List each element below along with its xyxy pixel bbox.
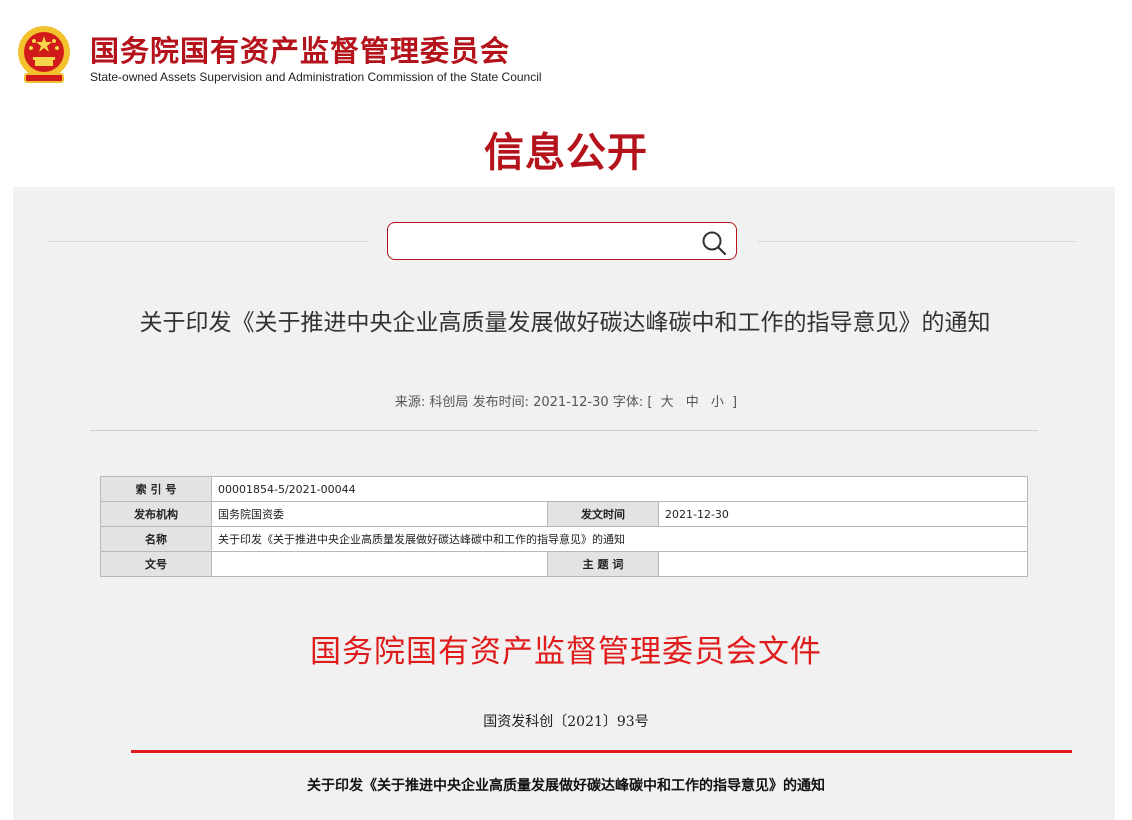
index-value: 00001854-5/2021-00044 [210, 476, 1029, 502]
meta-divider [90, 430, 1038, 431]
site-header: 国务院国有资产监督管理委员会 State-owned Assets Superv… [0, 0, 1132, 100]
docno-label: 文号 [100, 551, 212, 577]
font-size-label: 字体: [612, 395, 644, 410]
search-box [387, 222, 737, 260]
table-row: 发布机构 国务院国资委 发文时间 2021-12-30 [100, 501, 1029, 527]
table-row: 文号 主 题 词 [100, 551, 1029, 577]
search-icon[interactable] [701, 230, 727, 256]
search-divider-right [758, 241, 1076, 242]
subject-label: 主 题 词 [547, 551, 659, 577]
docno-value [211, 551, 548, 577]
publish-time-value: 2021-12-30 [533, 395, 609, 410]
article-title: 关于印发《关于推进中央企业高质量发展做好碳达峰碳中和工作的指导意见》的通知 [139, 310, 991, 336]
red-divider [131, 750, 1072, 753]
info-table: 索 引 号 00001854-5/2021-00044 发布机构 国务院国资委 … [100, 476, 1029, 577]
document-number: 国资发科创〔2021〕93号 [483, 714, 649, 730]
source-label: 来源: [394, 395, 426, 410]
section-title: 信息公开 [484, 130, 648, 176]
publisher-value: 国务院国资委 [211, 501, 548, 527]
org-name-cn[interactable]: 国务院国有资产监督管理委员会 [90, 28, 510, 70]
font-size-small-button[interactable]: 小 [711, 395, 724, 410]
bracket-close: ] [732, 395, 738, 410]
publish-time-label: 发布时间: [472, 395, 529, 410]
index-label: 索 引 号 [100, 476, 212, 502]
font-size-medium-button[interactable]: 中 [686, 395, 699, 410]
date-label: 发文时间 [547, 501, 659, 527]
article-meta: 来源: 科创局 发布时间: 2021-12-30 字体: [ 大 中 小 ] [0, 391, 1132, 410]
bracket-open: [ [647, 395, 653, 410]
search-input[interactable] [396, 229, 690, 255]
name-value: 关于印发《关于推进中央企业高质量发展做好碳达峰碳中和工作的指导意见》的通知 [210, 526, 1029, 552]
search-divider-left [49, 241, 369, 242]
source-value: 科创局 [429, 395, 469, 410]
org-name-en: State-owned Assets Supervision and Admin… [90, 70, 542, 84]
publisher-label: 发布机构 [100, 501, 212, 527]
font-size-large-button[interactable]: 大 [661, 395, 674, 410]
document-title: 关于印发《关于推进中央企业高质量发展做好碳达峰碳中和工作的指导意见》的通知 [307, 778, 825, 794]
table-row: 名称 关于印发《关于推进中央企业高质量发展做好碳达峰碳中和工作的指导意见》的通知 [100, 526, 1029, 552]
date-value: 2021-12-30 [657, 501, 1029, 527]
document-heading: 国务院国有资产监督管理委员会文件 [310, 634, 822, 670]
name-label: 名称 [100, 526, 212, 552]
national-emblem-icon[interactable] [15, 24, 73, 86]
subject-value [657, 551, 1029, 577]
table-row: 索 引 号 00001854-5/2021-00044 [100, 476, 1029, 502]
